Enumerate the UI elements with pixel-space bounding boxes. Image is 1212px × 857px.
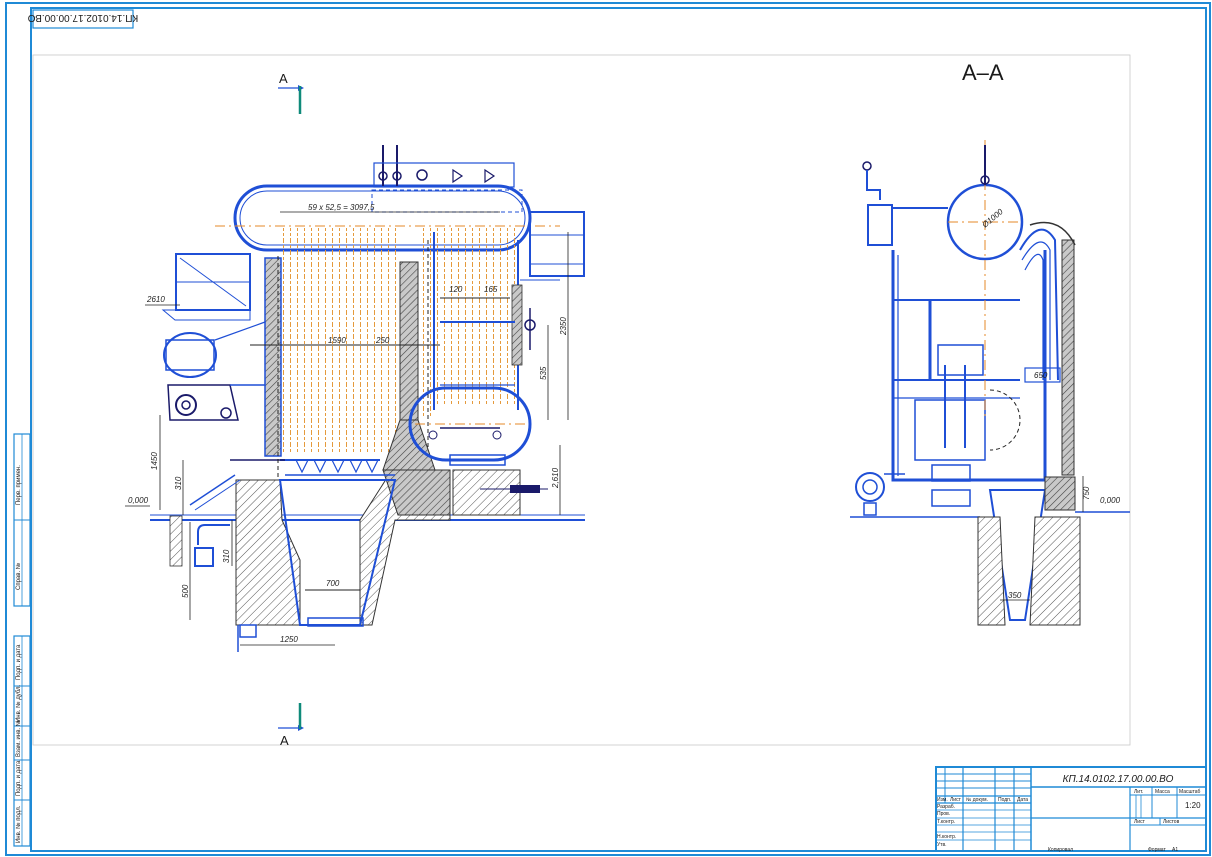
dim-1250: 1250 — [280, 635, 298, 644]
front-view — [125, 145, 585, 652]
strip-label-7: Инв. № подл. — [15, 805, 22, 843]
dim-250: 250 — [375, 336, 390, 345]
dim-310-b: 310 — [222, 549, 231, 563]
sheet-label: Лист — [1134, 819, 1146, 825]
section-marker-top: А — [278, 71, 304, 114]
sheets-label: Листов — [1163, 819, 1180, 825]
row-prov: Пров. — [937, 811, 950, 817]
row-nkontr: Н.контр. — [937, 834, 956, 840]
sec-dim-350: 350 — [1008, 591, 1022, 600]
scale-value: 1:20 — [1185, 801, 1201, 810]
copied-label: Копировал — [1048, 847, 1073, 853]
drawing-sheet: КП.14.0102.17.00.00.ВО Перв. примен. Спр… — [5, 2, 1211, 856]
sec-dim-zero: 0,000 — [1100, 496, 1121, 505]
sec-dim-650: 650 — [1034, 371, 1048, 380]
row-utv: Утв. — [937, 842, 947, 848]
lit-label: Лит. — [1134, 789, 1143, 795]
section-marker-bottom: А — [278, 703, 304, 748]
dim-120: 120 — [449, 285, 463, 294]
col-sign: Подп. — [998, 797, 1011, 803]
col-izm: Изм. — [937, 797, 948, 803]
front-top-dim: 59 х 52,5 = 3097,5 — [308, 203, 375, 212]
strip-label-6: Подп. и дата — [16, 760, 22, 796]
strip-label-3: Подп. и дата — [16, 644, 22, 680]
col-date: Дата — [1017, 797, 1028, 803]
strip-label-1: Перв. примен. — [16, 465, 22, 505]
svg-text:А: А — [280, 733, 289, 748]
dim-310: 310 — [174, 476, 183, 490]
stamp-code: КП.14.0102.17.00.00.ВО — [28, 12, 139, 23]
inner-frame — [30, 7, 1207, 852]
dim-2610: 2610 — [146, 295, 165, 304]
row-razrab: Разраб. — [937, 804, 955, 810]
left-strip: Перв. примен. Справ. № Подп. и дата Инв.… — [13, 433, 31, 847]
dim-1590: 1590 — [328, 336, 346, 345]
strip-label-5: Взам. инв. № — [15, 720, 22, 757]
svg-text:А: А — [279, 71, 288, 86]
outer-border — [5, 2, 1211, 856]
strip-label-4: Инв. № дубл. — [15, 685, 22, 722]
dim-2610-b: 2,610 — [551, 467, 560, 489]
format-label: Формат — [1148, 847, 1166, 853]
section-view — [850, 140, 1130, 626]
mass-label: Масса — [1155, 789, 1170, 795]
col-list: Лист — [950, 797, 962, 803]
dim-700: 700 — [326, 579, 340, 588]
sec-dim-diameter: Ø1000 — [980, 207, 1005, 230]
strip-label-2: Справ. № — [15, 563, 22, 590]
row-tkontr: Т.контр. — [937, 819, 955, 825]
dim-535: 535 — [539, 366, 548, 380]
col-doc: № докум. — [966, 797, 988, 803]
dim-level-zero: 0,000 — [128, 496, 149, 505]
sec-dim-750: 750 — [1082, 486, 1091, 500]
dim-165: 165 — [484, 285, 498, 294]
dim-2350: 2350 — [559, 317, 568, 336]
title-designation: КП.14.0102.17.00.00.ВО — [1063, 774, 1174, 785]
dim-1450: 1450 — [150, 452, 159, 470]
format-value: А1 — [1172, 847, 1178, 853]
dim-500: 500 — [181, 584, 190, 598]
scale-label: Масштаб — [1179, 789, 1201, 795]
section-view-title: А–А — [962, 60, 1004, 85]
